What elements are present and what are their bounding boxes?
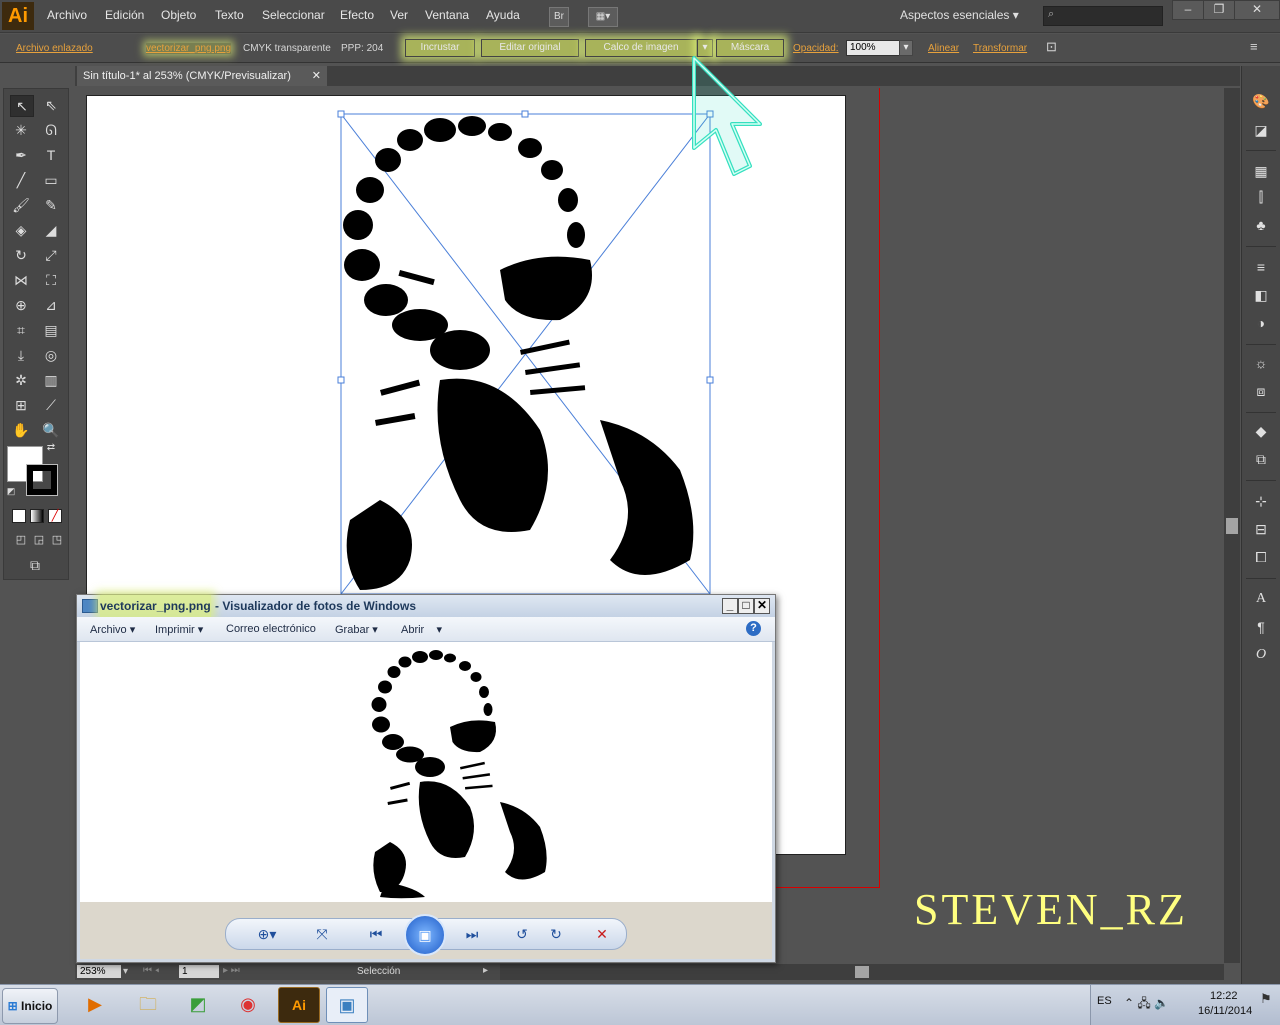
photo-viewer-window: vectorizar_png.png - Visualizador de fot… — [76, 594, 776, 963]
align-panel-icon[interactable]: ⊟ — [1251, 520, 1271, 538]
viewer-filename: vectorizar_png.png — [100, 595, 211, 617]
windows-logo-icon: ⊞ — [7, 999, 18, 1013]
handle-middle-left — [337, 376, 345, 384]
artboard-number[interactable]: 1 — [179, 965, 219, 978]
zoom-level[interactable]: 253% — [77, 965, 121, 978]
first-artboard-icon[interactable]: ⏮ ◂ — [143, 965, 159, 976]
swatches-icon[interactable]: ▦ — [1251, 162, 1271, 180]
viewer-menu-imprimir-label: Imprimir — [155, 624, 195, 636]
zoom-icon[interactable]: ⊕▾ — [250, 925, 284, 943]
viewer-scorpion-image — [371, 650, 547, 899]
start-label: Inicio — [21, 999, 53, 1013]
cursor-arrow-icon — [692, 56, 762, 176]
media-player-icon[interactable]: ▶ — [75, 987, 115, 1021]
scorpion-silhouette — [343, 116, 694, 590]
pathfinder-panel-icon[interactable]: ⧠ — [1251, 548, 1271, 566]
symbols-icon[interactable]: ♣ — [1251, 216, 1271, 234]
rotate-left-icon[interactable]: ↺ — [510, 925, 534, 943]
actual-size-icon[interactable]: ⤧ — [310, 925, 334, 943]
sticky-notes-icon[interactable]: ◩ — [178, 987, 218, 1021]
opentype-panel-icon[interactable]: O — [1251, 646, 1271, 664]
delete-icon[interactable]: ✕ — [590, 925, 614, 943]
viewer-menu-archivo-label: Archivo — [90, 624, 127, 636]
illustrator-taskbar-icon[interactable]: Ai — [278, 987, 320, 1023]
viewer-maximize-button[interactable]: □ — [738, 598, 754, 614]
transform-panel-icon[interactable]: ⊹ — [1251, 492, 1271, 510]
clock-date[interactable]: 16/11/2014 — [1198, 1005, 1252, 1017]
zoom-dropdown[interactable]: ▾ — [123, 965, 135, 978]
viewer-menu-imprimir[interactable]: Imprimir ▾ — [155, 623, 203, 636]
slideshow-button[interactable]: ▣ — [404, 914, 446, 956]
artboards-panel-icon[interactable]: ⧉ — [1251, 450, 1271, 468]
transparency-panel-icon[interactable]: ◑ — [1251, 314, 1271, 332]
viewer-command-bar: Archivo ▾ Imprimir ▾ Correo electrónico … — [77, 617, 775, 642]
viewer-menu-correo[interactable]: Correo electrónico — [226, 623, 316, 635]
viewer-close-button[interactable]: ✕ — [754, 598, 770, 614]
paragraph-panel-icon[interactable]: ¶ — [1251, 618, 1271, 636]
viewer-menu-abrir[interactable]: Abrir ▾ — [401, 623, 442, 636]
graphic-styles-icon[interactable]: ⧈ — [1251, 382, 1271, 400]
handle-top-left — [337, 110, 345, 118]
language-indicator[interactable]: ES — [1097, 995, 1112, 1007]
color-panel-icon[interactable]: 🎨 — [1251, 92, 1271, 110]
color-guide-icon[interactable]: ◪ — [1251, 121, 1271, 139]
next-icon[interactable]: ⏭ — [460, 925, 484, 943]
previous-icon[interactable]: ⏮ — [364, 925, 388, 943]
viewer-image-area — [80, 642, 772, 902]
viewer-menu-grabar-label: Grabar — [335, 624, 370, 636]
watermark-text: STEVEN_RZ — [914, 885, 1188, 934]
taskbar: ⊞ Inicio ▶ 🗀 ◩ ◉ Ai ▣ ES ⌃ 🖧 🔈 12:22 16/… — [0, 984, 1280, 1025]
appearance-panel-icon[interactable]: ☼ — [1251, 354, 1271, 372]
handle-middle-right — [706, 376, 714, 384]
next-artboard-icon[interactable]: ▸ ⏭ — [223, 965, 240, 976]
viewer-menu-grabar[interactable]: Grabar ▾ — [335, 623, 378, 636]
viewer-app-title: - Visualizador de fotos de Windows — [215, 599, 417, 613]
viewer-titlebar[interactable]: vectorizar_png.png - Visualizador de fot… — [77, 595, 775, 617]
help-icon[interactable]: ? — [746, 621, 761, 636]
gradient-panel-icon[interactable]: ◧ — [1251, 286, 1271, 304]
viewer-app-icon — [82, 599, 98, 613]
notification-icon[interactable]: ⚑ — [1260, 991, 1272, 1007]
layers-panel-icon[interactable]: ◆ — [1251, 422, 1271, 440]
rotate-right-icon[interactable]: ↻ — [544, 925, 568, 943]
horizontal-scroll-thumb[interactable] — [855, 966, 869, 978]
photo-viewer-taskbar-icon[interactable]: ▣ — [326, 987, 368, 1023]
handle-top-center — [521, 110, 529, 118]
status-bar: 253% ▾ ⏮ ◂ 1 ▸ ⏭ Selección ▸ — [75, 964, 500, 980]
placed-scorpion-image[interactable] — [337, 110, 714, 595]
viewer-minimize-button[interactable]: _ — [722, 598, 738, 614]
panel-dock: 🎨 ◪ ▦ ⫿ ♣ ≡ ◧ ◑ ☼ ⧈ ◆ ⧉ ⊹ ⊟ ⧠ A ¶ O — [1241, 66, 1280, 986]
viewer-menu-archivo[interactable]: Archivo ▾ — [90, 623, 135, 636]
character-panel-icon[interactable]: A — [1251, 590, 1271, 608]
brushes-icon[interactable]: ⫿ — [1251, 188, 1271, 206]
current-tool-status: Selección — [357, 966, 401, 977]
viewer-menu-abrir-label: Abrir — [401, 624, 425, 636]
start-button[interactable]: ⊞ Inicio — [2, 988, 58, 1024]
stroke-panel-icon[interactable]: ≡ — [1251, 258, 1271, 276]
vertical-scroll-thumb[interactable] — [1226, 518, 1238, 534]
status-menu-arrow[interactable]: ▸ — [483, 965, 488, 976]
file-explorer-icon[interactable]: 🗀 — [128, 987, 168, 1021]
clock-time[interactable]: 12:22 — [1210, 990, 1238, 1002]
tray-icons[interactable]: ⌃ 🖧 🔈 — [1124, 994, 1169, 1015]
viewer-controls: ⊕▾ ⤧ ⏮ ▣ ⏭ ↺ ↻ ✕ — [225, 914, 627, 956]
chrome-icon[interactable]: ◉ — [228, 987, 268, 1021]
